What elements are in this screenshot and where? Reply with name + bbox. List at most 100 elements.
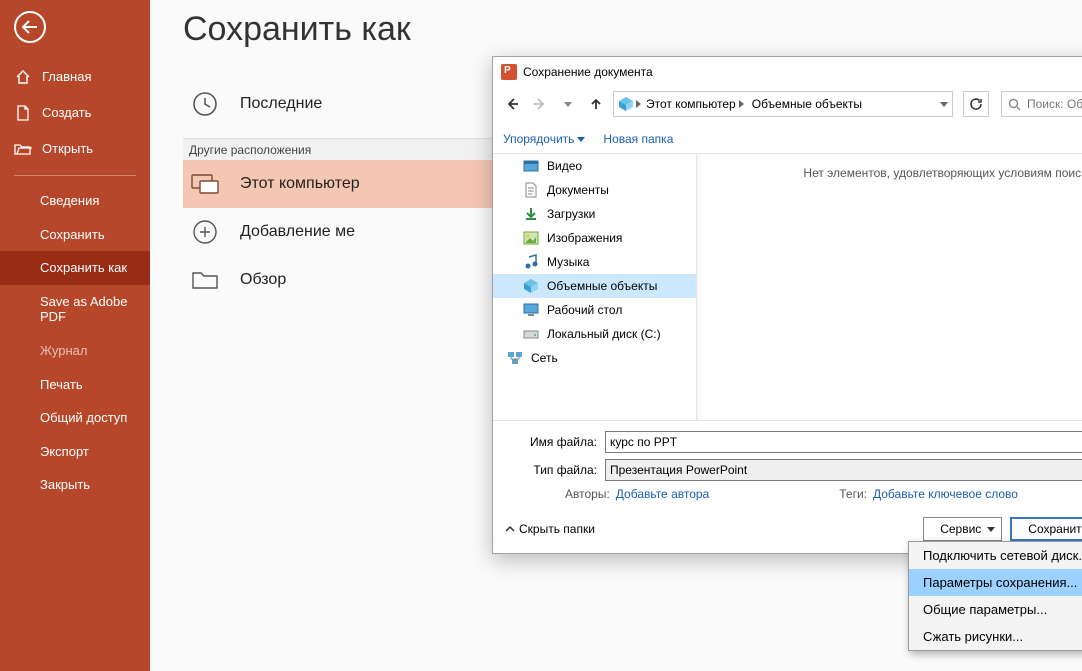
back-button[interactable] (14, 11, 46, 43)
filename-label: Имя файла: (505, 435, 605, 449)
tree-item-label: Рабочий стол (547, 303, 622, 317)
tree-item[interactable]: Объемные объекты (493, 274, 696, 298)
empty-message: Нет элементов, удовлетворяющих условиям … (803, 166, 1082, 180)
add-tag-link[interactable]: Добавьте ключевое слово (873, 487, 1018, 501)
open-icon (14, 140, 32, 158)
tree-item-label: Видео (547, 159, 582, 173)
sidebar-item-label: Save as Adobe PDF (40, 294, 136, 325)
sidebar-item-7[interactable]: Экспорт (0, 435, 150, 469)
tree-item[interactable]: Музыка (493, 250, 696, 274)
breadcrumb-folder[interactable]: Объемные объекты (749, 92, 865, 116)
sidebar-item-5[interactable]: Печать (0, 368, 150, 402)
music-icon (523, 254, 539, 270)
location-label: Последние (240, 95, 322, 113)
nav-forward-button[interactable] (529, 93, 551, 115)
home-icon (14, 68, 32, 86)
sidebar-item-open[interactable]: Открыть (0, 131, 150, 167)
dialog-form: Имя файла: Тип файла: Презентация PowerP… (493, 420, 1082, 507)
tree-item-label: Изображения (547, 231, 622, 245)
backstage-sidebar: Главная Создать Открыть Сведения Сохранит… (0, 0, 150, 671)
tree-item-label: Объемные объекты (547, 279, 657, 293)
tree-item-label: Музыка (547, 255, 589, 269)
powerpoint-icon (501, 64, 517, 80)
service-menu-item[interactable]: Сжать рисунки... (909, 623, 1082, 650)
sidebar-item-2[interactable]: Сохранить как (0, 251, 150, 285)
authors-label: Авторы: (565, 487, 610, 501)
image-icon (523, 230, 539, 246)
filename-field[interactable] (605, 431, 1082, 453)
chevron-right-icon (739, 100, 744, 108)
sidebar-primary-list: Главная Создать Открыть (0, 59, 150, 167)
filetype-field[interactable]: Презентация PowerPoint (605, 459, 1082, 481)
breadcrumb-this-pc[interactable]: Этот компьютер (643, 92, 747, 116)
tree-item[interactable]: Локальный диск (C:) (493, 322, 696, 346)
add-author-link[interactable]: Добавьте автора (616, 487, 709, 501)
sidebar-item-label: Общий доступ (40, 410, 127, 426)
sidebar-item-3[interactable]: Save as Adobe PDF (0, 285, 150, 334)
folder-tree[interactable]: Видео Документы Загрузки Изображения Музыка О… (493, 154, 697, 420)
service-menu-item[interactable]: Общие параметры... (909, 596, 1082, 623)
sidebar-item-6[interactable]: Общий доступ (0, 401, 150, 435)
save-dialog: Сохранение документа Этот компьютер Объе… (492, 56, 1082, 554)
tree-item[interactable]: Загрузки (493, 202, 696, 226)
content-pane: Нет элементов, удовлетворяющих условиям … (697, 154, 1082, 420)
tree-item[interactable]: Рабочий стол (493, 298, 696, 322)
video-icon (523, 158, 539, 174)
chevron-down-icon[interactable] (557, 93, 579, 115)
sidebar-item-label: Печать (40, 377, 83, 393)
tree-item-label: Локальный диск (C:) (547, 327, 661, 341)
tree-item[interactable]: Видео (493, 154, 696, 178)
location-label: Обзор (240, 271, 286, 289)
sidebar-item-label: Главная (42, 69, 91, 85)
page-title: Сохранить как (183, 10, 411, 49)
dialog-nav-row: Этот компьютер Объемные объекты (493, 87, 1082, 125)
sidebar-secondary-list: Сведения Сохранить Сохранить как Save as Ad… (0, 184, 150, 502)
add-place-icon (188, 215, 222, 249)
sidebar-item-home[interactable]: Главная (0, 59, 150, 95)
sidebar-separator (14, 175, 136, 176)
doc-icon (523, 182, 539, 198)
tree-item[interactable]: Изображения (493, 226, 696, 250)
sidebar-item-8[interactable]: Закрыть (0, 468, 150, 502)
organize-button[interactable]: Упорядочить (503, 132, 585, 146)
sidebar-item-label: Сохранить как (40, 260, 127, 276)
chevron-right-icon (636, 100, 641, 108)
network-icon (507, 350, 523, 366)
service-menu-item[interactable]: Подключить сетевой диск... (909, 542, 1082, 569)
dialog-titlebar: Сохранение документа (493, 57, 1082, 87)
filetype-value: Презентация PowerPoint (610, 463, 1082, 477)
search-input[interactable] (1027, 97, 1082, 111)
tree-item-label: Загрузки (547, 207, 595, 221)
nav-up-button[interactable] (585, 93, 607, 115)
cube-icon (523, 278, 539, 294)
sidebar-item-label: Сохранить (40, 227, 105, 243)
tree-item[interactable]: Сеть (493, 346, 696, 370)
chevron-down-icon[interactable] (940, 102, 948, 107)
metadata-row: Авторы: Добавьте автора Теги: Добавьте клю… (505, 487, 1082, 501)
sidebar-item-1[interactable]: Сохранить (0, 218, 150, 252)
new-folder-button[interactable]: Новая папка (603, 132, 673, 146)
location-label: Этот компьютер (240, 175, 360, 193)
save-button[interactable]: Сохранить (1010, 517, 1082, 541)
search-box[interactable] (1001, 91, 1082, 117)
sidebar-item-label: Создать (42, 105, 91, 121)
cube-icon (618, 96, 634, 112)
browse-icon (188, 263, 222, 297)
service-button[interactable]: Сервис (923, 517, 1002, 541)
address-bar[interactable]: Этот компьютер Объемные объекты (613, 91, 953, 117)
clock-icon (188, 87, 222, 121)
service-menu-item[interactable]: Параметры сохранения... (909, 569, 1082, 596)
refresh-button[interactable] (963, 91, 989, 117)
desktop-icon (523, 302, 539, 318)
sidebar-item-new[interactable]: Создать (0, 95, 150, 131)
tags-label: Теги: (839, 487, 867, 501)
tree-item[interactable]: Документы (493, 178, 696, 202)
filetype-label: Тип файла: (505, 463, 605, 477)
nav-back-button[interactable] (501, 93, 523, 115)
filename-input[interactable] (610, 435, 1082, 449)
hide-folders-link[interactable]: Скрыть папки (505, 522, 595, 536)
service-menu: Подключить сетевой диск...Параметры сохр… (908, 541, 1082, 651)
location-label: Добавление ме (240, 223, 355, 241)
sidebar-item-0[interactable]: Сведения (0, 184, 150, 218)
sidebar-item-4[interactable]: Журнал (0, 334, 150, 368)
